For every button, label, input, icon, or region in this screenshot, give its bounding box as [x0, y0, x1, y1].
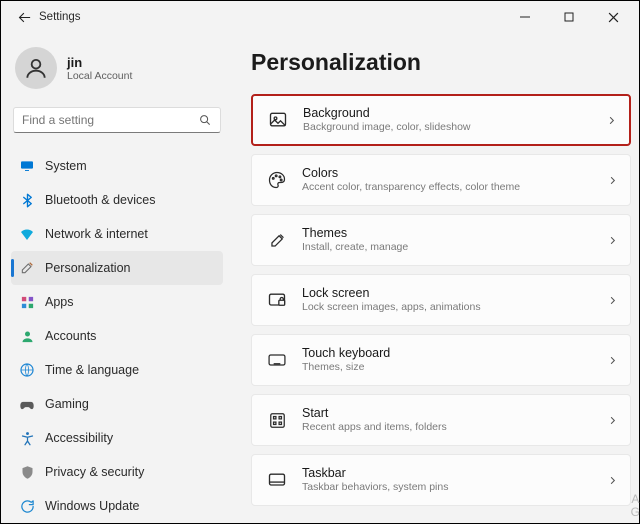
- content-pane: Personalization BackgroundBackground ima…: [233, 33, 639, 523]
- close-button[interactable]: [591, 1, 635, 33]
- search-icon: [198, 113, 212, 127]
- row-title: Lock screen: [302, 286, 607, 302]
- sidebar-item-label: Accessibility: [45, 431, 113, 445]
- row-subtitle: Recent apps and items, folders: [302, 421, 607, 434]
- sidebar-item-label: Time & language: [45, 363, 139, 377]
- sidebar-item-label: System: [45, 159, 87, 173]
- row-subtitle: Install, create, manage: [302, 241, 607, 254]
- settings-item-colors[interactable]: ColorsAccent color, transparency effects…: [251, 154, 631, 206]
- row-subtitle: Background image, color, slideshow: [303, 121, 606, 134]
- network-icon: [19, 226, 35, 242]
- sidebar-item-network[interactable]: Network & internet: [11, 217, 223, 251]
- user-row[interactable]: jin Local Account: [11, 43, 223, 103]
- system-icon: [19, 158, 35, 174]
- chevron-right-icon: [606, 115, 617, 126]
- bluetooth-icon: [19, 192, 35, 208]
- apps-icon: [19, 294, 35, 310]
- sidebar-item-label: Network & internet: [45, 227, 148, 241]
- sidebar-item-update[interactable]: Windows Update: [11, 489, 223, 523]
- sidebar-item-system[interactable]: System: [11, 149, 223, 183]
- themes-icon: [266, 229, 288, 251]
- row-subtitle: Taskbar behaviors, system pins: [302, 481, 607, 494]
- sidebar-item-time[interactable]: Time & language: [11, 353, 223, 387]
- sidebar-item-apps[interactable]: Apps: [11, 285, 223, 319]
- sidebar-item-privacy[interactable]: Privacy & security: [11, 455, 223, 489]
- row-subtitle: Lock screen images, apps, animations: [302, 301, 607, 314]
- personalization-icon: [19, 260, 35, 276]
- privacy-icon: [19, 464, 35, 480]
- user-name: jin: [67, 55, 132, 70]
- sidebar-item-label: Privacy & security: [45, 465, 144, 479]
- sidebar-item-accessibility[interactable]: Accessibility: [11, 421, 223, 455]
- row-title: Colors: [302, 166, 607, 182]
- titlebar: Settings: [1, 1, 639, 33]
- chevron-right-icon: [607, 175, 618, 186]
- update-icon: [19, 498, 35, 514]
- sidebar: jin Local Account System Bluetooth & devi…: [1, 33, 233, 523]
- row-subtitle: Themes, size: [302, 361, 607, 374]
- settings-item-themes[interactable]: ThemesInstall, create, manage: [251, 214, 631, 266]
- chevron-right-icon: [607, 475, 618, 486]
- settings-item-touchkeyboard[interactable]: Touch keyboardThemes, size: [251, 334, 631, 386]
- maximize-button[interactable]: [547, 1, 591, 33]
- row-title: Start: [302, 406, 607, 422]
- sidebar-item-label: Personalization: [45, 261, 130, 275]
- sidebar-item-personalization[interactable]: Personalization: [11, 251, 223, 285]
- chevron-right-icon: [607, 415, 618, 426]
- touchkeyboard-icon: [266, 349, 288, 371]
- row-title: Touch keyboard: [302, 346, 607, 362]
- settings-item-start[interactable]: StartRecent apps and items, folders: [251, 394, 631, 446]
- colors-icon: [266, 169, 288, 191]
- accessibility-icon: [19, 430, 35, 446]
- page-title: Personalization: [251, 49, 631, 76]
- accounts-icon: [19, 328, 35, 344]
- chevron-right-icon: [607, 355, 618, 366]
- back-button[interactable]: [15, 10, 33, 25]
- row-title: Themes: [302, 226, 607, 242]
- lockscreen-icon: [266, 289, 288, 311]
- settings-item-background[interactable]: BackgroundBackground image, color, slide…: [251, 94, 631, 146]
- sidebar-item-label: Apps: [45, 295, 74, 309]
- window-title: Settings: [39, 11, 81, 23]
- avatar: [15, 47, 57, 89]
- row-subtitle: Accent color, transparency effects, colo…: [302, 181, 607, 194]
- ime-hint: AG: [631, 493, 640, 519]
- sidebar-item-bluetooth[interactable]: Bluetooth & devices: [11, 183, 223, 217]
- settings-item-lockscreen[interactable]: Lock screenLock screen images, apps, ani…: [251, 274, 631, 326]
- sidebar-item-label: Accounts: [45, 329, 96, 343]
- chevron-right-icon: [607, 235, 618, 246]
- search-input[interactable]: [22, 113, 198, 127]
- sidebar-item-label: Windows Update: [45, 499, 140, 513]
- row-title: Background: [303, 106, 606, 122]
- sidebar-item-label: Gaming: [45, 397, 89, 411]
- search-box[interactable]: [13, 107, 221, 133]
- row-title: Taskbar: [302, 466, 607, 482]
- time-icon: [19, 362, 35, 378]
- taskbar-icon: [266, 469, 288, 491]
- minimize-button[interactable]: [503, 1, 547, 33]
- settings-item-taskbar[interactable]: TaskbarTaskbar behaviors, system pins: [251, 454, 631, 506]
- background-icon: [267, 109, 289, 131]
- gaming-icon: [19, 396, 35, 412]
- user-subtitle: Local Account: [67, 70, 132, 82]
- start-icon: [266, 409, 288, 431]
- sidebar-item-accounts[interactable]: Accounts: [11, 319, 223, 353]
- sidebar-item-label: Bluetooth & devices: [45, 193, 156, 207]
- chevron-right-icon: [607, 295, 618, 306]
- sidebar-item-gaming[interactable]: Gaming: [11, 387, 223, 421]
